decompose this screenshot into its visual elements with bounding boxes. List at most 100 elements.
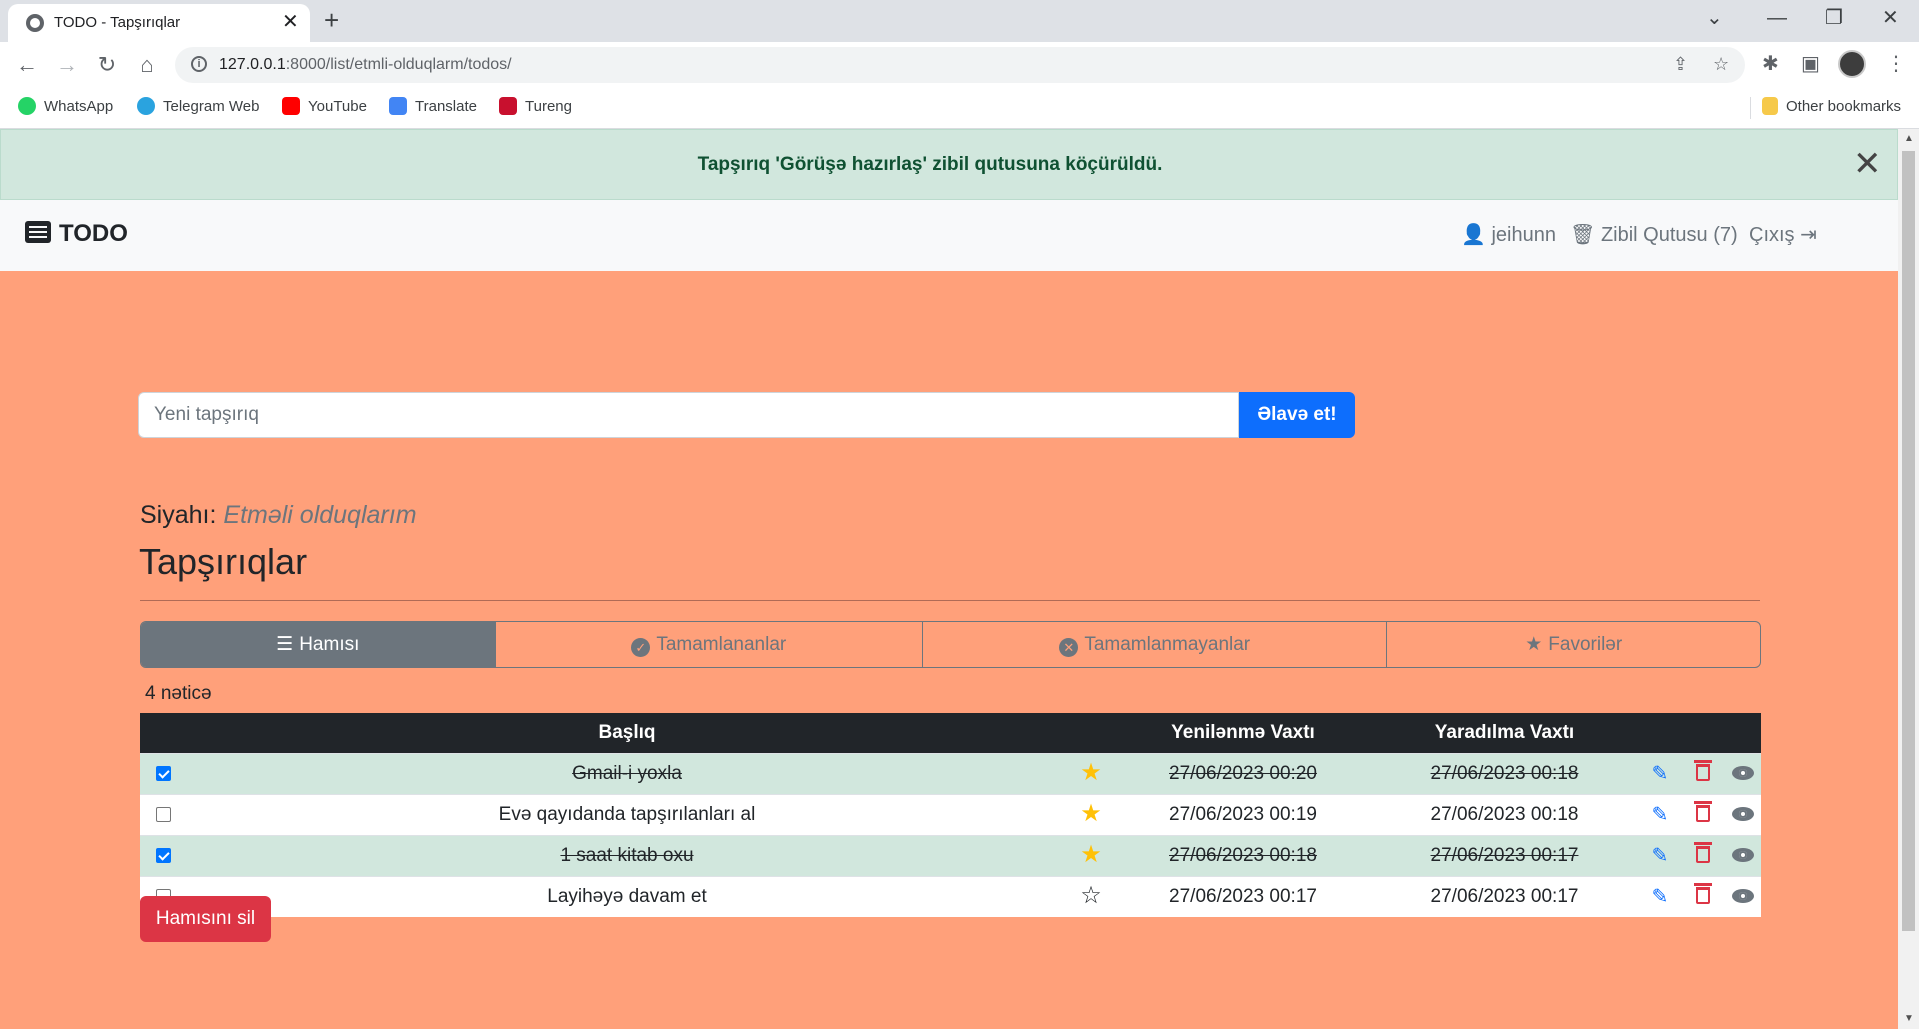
bookmark-star-icon[interactable]: ☆ (1713, 54, 1729, 75)
tab-search-icon[interactable]: ⌄ (1706, 6, 1723, 30)
scroll-down-arrow[interactable]: ▼ (1904, 1013, 1914, 1024)
bookmark-telegram[interactable]: Telegram Web (137, 97, 259, 115)
url-text: 127.0.0.1:8000/list/etmli-olduqlarm/todo… (219, 56, 512, 73)
folder-icon (1762, 97, 1778, 115)
table-row: 1 saat kitab oxu ★ 27/06/2023 00:18 27/06/2… (140, 834, 1761, 876)
trash-icon[interactable] (1694, 759, 1712, 781)
task-created: 27/06/2023 00:17 (1371, 834, 1638, 876)
delete-button[interactable] (1682, 752, 1724, 794)
whatsapp-icon (18, 97, 36, 115)
star-icon[interactable]: ☆ (1080, 882, 1102, 909)
bookmark-translate[interactable]: Translate (389, 97, 477, 115)
profile-avatar[interactable] (1838, 50, 1866, 78)
new-tab-button[interactable]: + (324, 6, 339, 34)
close-tab-icon[interactable]: ✕ (282, 10, 299, 34)
favorite-toggle[interactable]: ★ (1067, 834, 1115, 876)
task-complete-checkbox[interactable] (140, 834, 187, 876)
task-complete-checkbox[interactable] (140, 752, 187, 794)
view-button[interactable] (1724, 875, 1761, 917)
task-created: 27/06/2023 00:18 (1371, 752, 1638, 794)
bookmark-separator (1750, 97, 1751, 119)
browser-tab[interactable]: TODO - Tapşırıqlar ✕ (8, 4, 310, 42)
task-complete-checkbox[interactable] (140, 793, 187, 835)
minimize-button[interactable]: — (1767, 6, 1787, 30)
scroll-thumb[interactable] (1902, 151, 1915, 931)
address-bar[interactable]: i 127.0.0.1:8000/list/etmli-olduqlarm/to… (175, 47, 1745, 83)
page-viewport: Tapşırıq 'Görüşə hazırlaş' zibil qutusun… (0, 129, 1898, 1029)
edit-button[interactable]: ✎ (1638, 752, 1682, 794)
reload-button[interactable]: ↻ (92, 50, 122, 80)
close-window-button[interactable]: ✕ (1882, 6, 1899, 30)
delete-button[interactable] (1682, 793, 1724, 835)
site-info-icon[interactable]: i (191, 56, 207, 72)
menu-icon[interactable]: ⋮ (1886, 51, 1906, 76)
favorite-toggle[interactable]: ★ (1067, 752, 1115, 794)
eye-icon[interactable] (1731, 888, 1754, 903)
star-icon[interactable]: ★ (1080, 841, 1102, 868)
new-task-input[interactable] (138, 392, 1239, 438)
task-updated: 27/06/2023 00:20 (1115, 752, 1371, 794)
edit-button[interactable]: ✎ (1638, 875, 1682, 917)
edit-icon[interactable]: ✎ (1645, 761, 1675, 786)
favorite-toggle[interactable]: ☆ (1067, 875, 1115, 917)
task-title: Evə qayıdanda tapşırılanları al (187, 793, 1067, 835)
view-button[interactable] (1724, 793, 1761, 835)
delete-button[interactable] (1682, 875, 1724, 917)
brand-link[interactable]: TODO (25, 220, 128, 248)
back-button[interactable]: ← (12, 50, 42, 80)
edit-icon[interactable]: ✎ (1645, 802, 1675, 827)
trash-link[interactable]: 🗑 Zibil Qutusu (7) (1570, 222, 1738, 247)
bookmark-whatsapp[interactable]: WhatsApp (18, 97, 113, 115)
forward-button[interactable]: → (52, 50, 82, 80)
filter-favorites[interactable]: ★ Favorilər (1386, 622, 1760, 667)
restore-button[interactable]: ❐ (1825, 6, 1843, 30)
tab-title: TODO - Tapşırıqlar (54, 14, 181, 31)
trash-icon[interactable] (1694, 800, 1712, 822)
edit-icon[interactable]: ✎ (1645, 843, 1675, 868)
trash-icon[interactable] (1694, 882, 1712, 904)
view-button[interactable] (1724, 752, 1761, 794)
share-icon[interactable]: ⇪ (1673, 54, 1688, 75)
user-link[interactable]: 👤 jeihunn (1461, 222, 1556, 247)
edit-button[interactable]: ✎ (1638, 793, 1682, 835)
task-updated: 27/06/2023 00:19 (1115, 793, 1371, 835)
success-alert: Tapşırıq 'Görüşə hazırlaş' zibil qutusun… (0, 129, 1898, 200)
logout-link[interactable]: Çıxış ⇥ (1749, 222, 1817, 247)
add-task-button[interactable]: Əlavə et! (1239, 392, 1355, 438)
header-created: Yaradılma Vaxtı (1371, 713, 1638, 753)
extensions-icon[interactable]: ✱ (1762, 51, 1779, 76)
scroll-up-arrow[interactable]: ▲ (1904, 133, 1914, 144)
filter-tabs: ☰ Hamısı ✓ Tamamlananlar ✕ Tamamlanmayanlar… (140, 621, 1761, 668)
delete-button[interactable] (1682, 834, 1724, 876)
header-view (1724, 713, 1761, 753)
task-title: Layihəyə davam et (187, 875, 1067, 917)
bookmark-youtube[interactable]: YouTube (282, 97, 367, 115)
page-scrollbar[interactable]: ▲ ▼ (1898, 129, 1919, 1029)
view-button[interactable] (1724, 834, 1761, 876)
sign-out-icon: ⇥ (1800, 224, 1817, 246)
home-button[interactable]: ⌂ (132, 50, 162, 80)
bookmark-tureng[interactable]: Tureng (499, 97, 572, 115)
filter-incomplete[interactable]: ✕ Tamamlanmayanlar (922, 622, 1386, 667)
task-table: Başlıq Yenilənmə Vaxtı Yaradılma Vaxtı G… (140, 713, 1761, 917)
edit-icon[interactable]: ✎ (1645, 884, 1675, 909)
filter-completed[interactable]: ✓ Tamamlananlar (494, 622, 922, 667)
favorite-toggle[interactable]: ★ (1067, 793, 1115, 835)
trash-icon[interactable] (1694, 841, 1712, 863)
alert-close-button[interactable]: ✕ (1853, 144, 1882, 184)
filter-all[interactable]: ☰ Hamısı (141, 622, 495, 667)
task-title: Gmail-i yoxla (187, 752, 1067, 794)
star-icon[interactable]: ★ (1080, 800, 1102, 827)
eye-icon[interactable] (1731, 765, 1754, 780)
x-circle-icon: ✕ (1059, 638, 1079, 657)
side-panel-icon[interactable]: ▣ (1801, 51, 1820, 76)
edit-button[interactable]: ✎ (1638, 834, 1682, 876)
eye-icon[interactable] (1731, 806, 1754, 821)
other-bookmarks[interactable]: Other bookmarks (1762, 97, 1901, 115)
star-icon[interactable]: ★ (1080, 759, 1102, 786)
task-title: 1 saat kitab oxu (187, 834, 1067, 876)
delete-all-button[interactable]: Hamısını sil (140, 896, 271, 942)
page-title: Tapşırıqlar (139, 541, 308, 582)
header-updated: Yenilənmə Vaxtı (1115, 713, 1371, 753)
eye-icon[interactable] (1731, 847, 1754, 862)
